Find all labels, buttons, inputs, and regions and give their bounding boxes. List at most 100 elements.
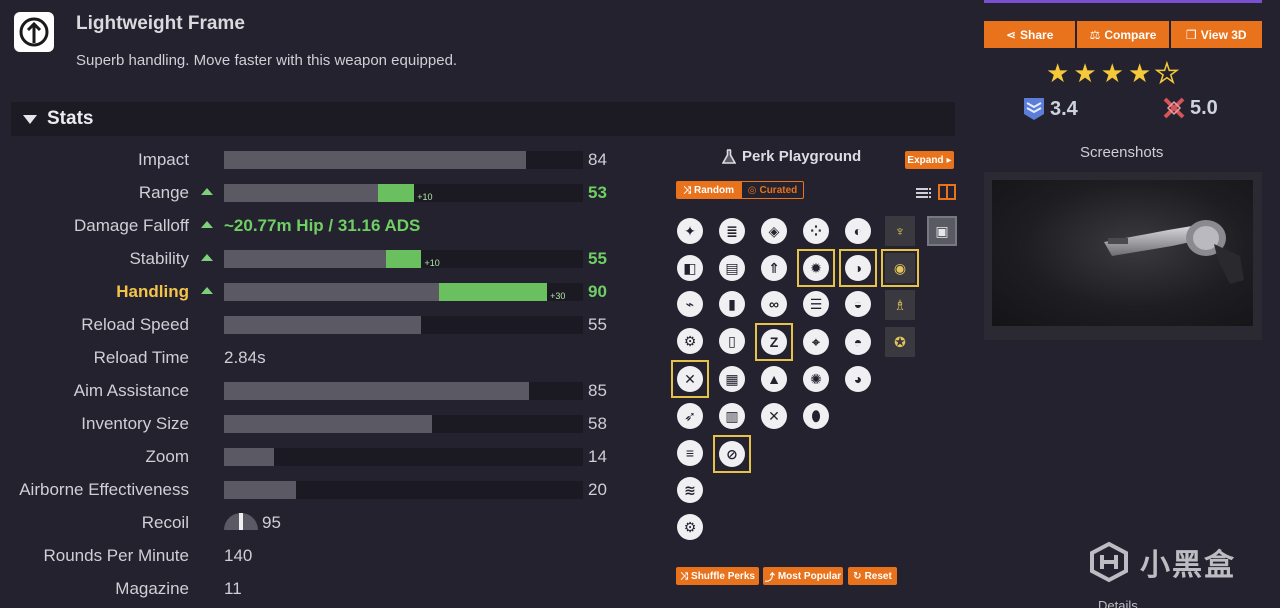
perk-trait-icon[interactable]: ◈ [761, 218, 787, 244]
star-filled-icon: ★ [1046, 58, 1070, 88]
perk-trait-icon[interactable]: ☰ [803, 291, 829, 317]
stat-bonus-label: +10 [424, 258, 440, 268]
weapon-screenshot[interactable] [992, 180, 1253, 326]
stat-value: 53 [588, 183, 607, 202]
perk-magazine-icon[interactable]: ▦ [719, 366, 745, 392]
stat-label: Damage Falloff [74, 216, 189, 235]
stat-up-arrow-icon [201, 221, 213, 228]
stat-text-value: 140 [224, 546, 253, 565]
expand-button[interactable]: Expand ▸ [905, 151, 954, 169]
screenshots-title: Screenshots [1080, 144, 1164, 161]
shuffle-perks-button[interactable]: ⤨ Shuffle Perks [676, 567, 759, 585]
perk-barrel-icon[interactable]: ⚙ [677, 328, 703, 354]
stat-value: 90 [588, 282, 607, 301]
perk-masterwork-icon[interactable]: ♗ [885, 290, 915, 320]
stat-bar-fill [224, 151, 526, 169]
flask-icon [722, 148, 736, 164]
stat-up-arrow-icon [201, 287, 213, 294]
perk-trait-icon[interactable]: ✕ [761, 403, 787, 429]
stat-row-handling: Handling +30 90 [0, 279, 640, 303]
share-button[interactable]: ⋖ Share [984, 21, 1076, 48]
perk-barrel-icon[interactable]: ⚙ [677, 514, 703, 540]
stat-value: 58 [588, 414, 607, 433]
stat-text-value: 11 [224, 579, 242, 598]
view-3d-button[interactable]: ❒ View 3D [1170, 21, 1262, 48]
stat-bar-fill [224, 481, 296, 499]
stat-bar-fill [224, 250, 386, 268]
stat-row-aim-assistance: Aim Assistance 85 [0, 378, 640, 402]
curated-label: Curated [759, 184, 798, 196]
compare-label: Compare [1104, 27, 1157, 42]
stat-bonus-label: +10 [417, 192, 433, 202]
stat-value: 84 [588, 150, 607, 169]
perk-trait-icon[interactable]: Z [761, 329, 787, 355]
perk-trait-icon[interactable]: ▲ [761, 366, 787, 392]
perk-barrel-icon[interactable]: ≡ [677, 440, 703, 466]
perk-trait-icon[interactable]: ✹ [803, 255, 829, 281]
reset-button[interactable]: ↻ Reset [848, 567, 897, 585]
details-label: Details [1098, 598, 1138, 608]
shuffle-icon: ⤨ [683, 184, 691, 196]
perk-trait-icon[interactable]: ∞ [761, 291, 787, 317]
stat-bar-fill [224, 382, 530, 400]
crossed-swords-icon [1163, 97, 1185, 119]
recoil-dial-icon [224, 513, 258, 530]
stat-row-reload-speed: Reload Speed 55 [0, 312, 640, 336]
perk-trait-icon[interactable]: ◑ [845, 255, 871, 281]
target-icon: ◎ [747, 184, 757, 196]
chevron-rank-icon [1024, 98, 1044, 120]
perk-magazine-icon[interactable]: ▮ [719, 291, 745, 317]
perk-trait-icon[interactable]: ◓ [845, 329, 871, 355]
perk-masterwork-icon[interactable]: ◉ [885, 253, 915, 283]
stat-label: Zoom [145, 447, 189, 466]
rating-value: 5.0 [1190, 96, 1218, 119]
star-filled-icon: ★ [1073, 58, 1097, 88]
perk-magazine-icon[interactable]: ≣ [719, 218, 745, 244]
stat-bar [224, 415, 583, 433]
stat-value: 95 [262, 513, 281, 532]
stat-bar-bonus [439, 283, 548, 301]
perk-masterwork-icon[interactable]: ♆ [885, 216, 915, 246]
perk-barrel-icon[interactable]: ➶ [677, 403, 703, 429]
list-view-icon[interactable] [916, 186, 932, 205]
perk-trait-icon[interactable]: ◒ [845, 291, 871, 317]
lightweight-frame-icon [14, 12, 54, 52]
perk-barrel-icon[interactable]: ≋ [677, 477, 703, 503]
perk-magazine-icon[interactable]: ▯ [719, 328, 745, 354]
perk-trait-icon[interactable]: ⌖ [803, 329, 829, 355]
perk-magazine-icon[interactable]: ▤ [719, 255, 745, 281]
stat-bar: +10 [224, 250, 583, 268]
perk-barrel-icon[interactable]: ✦ [677, 218, 703, 244]
stat-label: Handling [116, 282, 189, 301]
watermark: 小黑盒 [1088, 540, 1236, 584]
most-popular-button[interactable]: ⤴ Most Popular [763, 567, 843, 585]
perk-barrel-icon[interactable]: ✕ [677, 366, 703, 392]
stats-section-header[interactable]: Stats [11, 102, 955, 136]
perk-mod-slot-icon[interactable]: ▣ [927, 216, 957, 246]
random-mode-button[interactable]: ⤨ Random [676, 181, 741, 199]
curated-mode-button[interactable]: ◎ Curated [741, 181, 804, 199]
stat-bonus-label: +30 [550, 291, 566, 301]
perk-trait-icon[interactable]: ⬮ [803, 403, 829, 429]
stat-value: 85 [588, 381, 607, 400]
perk-trait-icon[interactable]: ⁘ [803, 218, 829, 244]
perk-trait-icon[interactable]: ◐ [845, 218, 871, 244]
heybox-logo-icon [1090, 541, 1128, 583]
perk-magazine-icon[interactable]: ▥ [719, 403, 745, 429]
stat-label: Inventory Size [81, 414, 189, 433]
perk-masterwork-icon[interactable]: ✪ [885, 327, 915, 357]
perk-magazine-icon[interactable]: ⊘ [719, 441, 745, 467]
perk-trait-icon[interactable]: ◕ [845, 366, 871, 392]
stat-label: Recoil [141, 513, 189, 532]
perk-barrel-icon[interactable]: ⌁ [677, 291, 703, 317]
star-filled-icon: ★ [1100, 58, 1124, 88]
stat-bar-fill [224, 316, 422, 334]
grid-view-icon[interactable] [938, 184, 956, 205]
perk-trait-icon[interactable]: ✺ [803, 366, 829, 392]
perk-trait-icon[interactable]: ⇑ [761, 255, 787, 281]
stat-row-impact: Impact 84 [0, 147, 640, 171]
perk-barrel-icon[interactable]: ◧ [677, 255, 703, 281]
compare-button[interactable]: ⚖ Compare [1077, 21, 1169, 48]
stat-label: Reload Time [93, 348, 189, 367]
stat-row-range: Range +10 53 [0, 180, 640, 204]
